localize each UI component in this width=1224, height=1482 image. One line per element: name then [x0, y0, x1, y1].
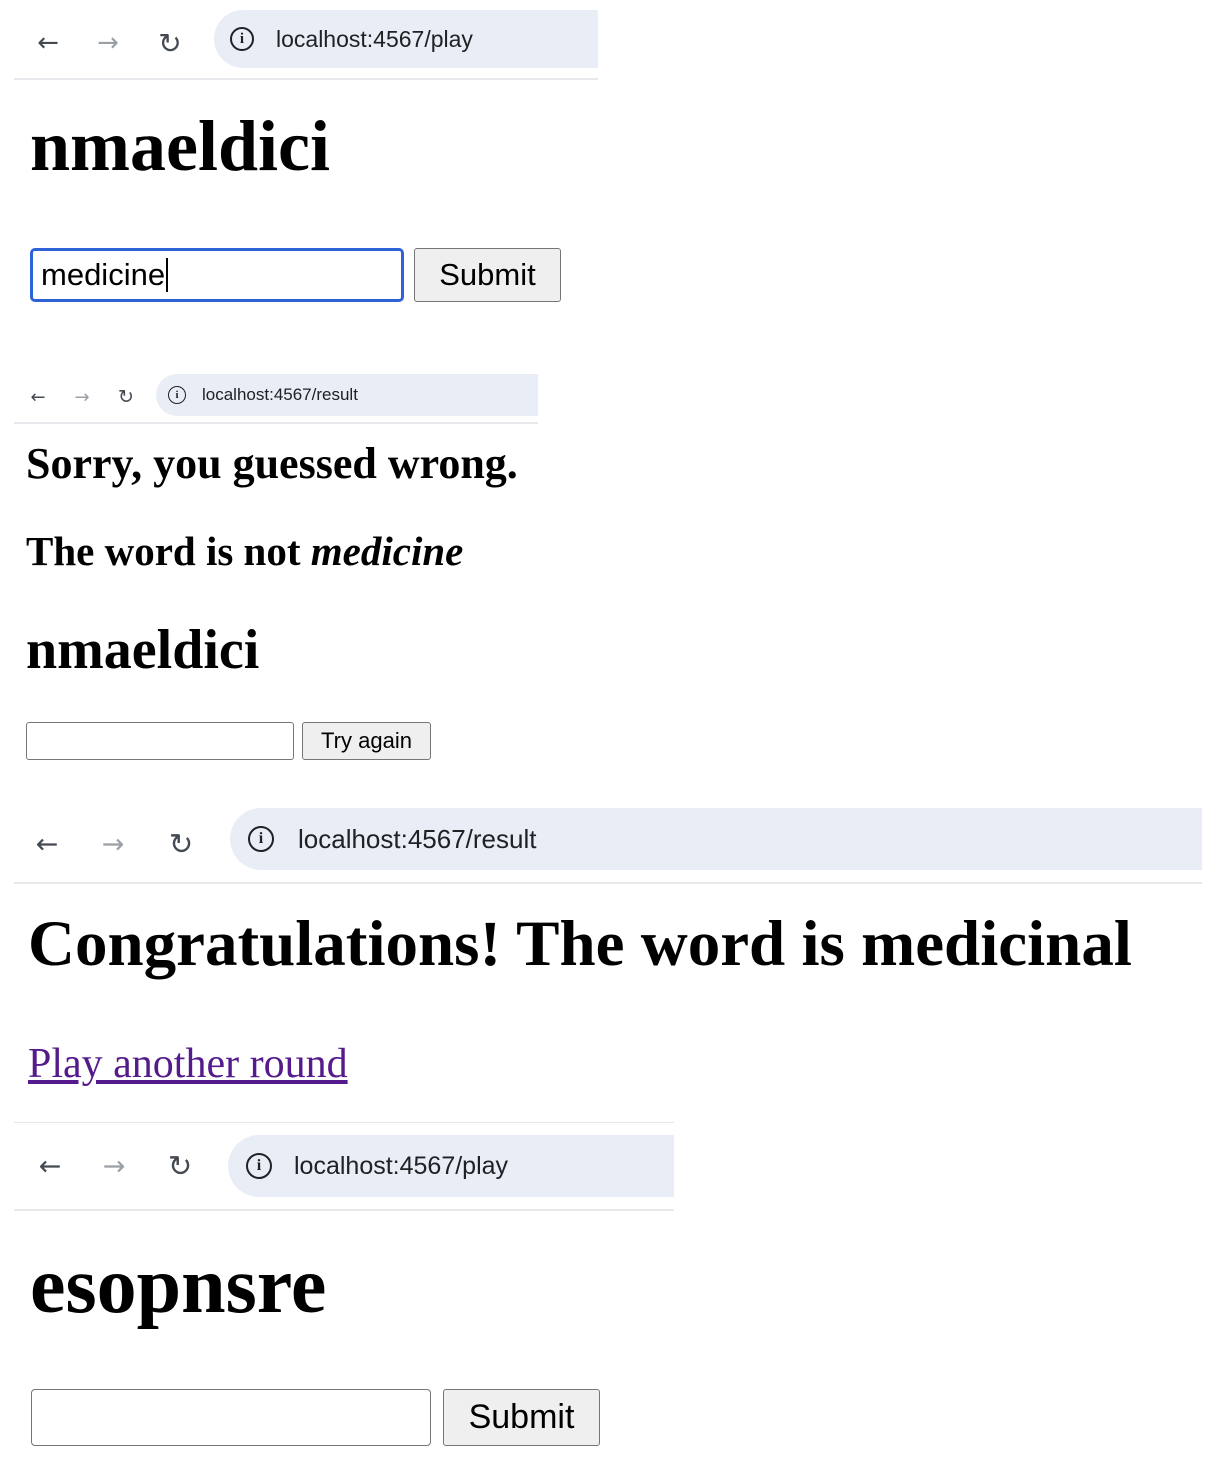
reload-icon[interactable]: ↻ — [162, 806, 200, 882]
submit-button[interactable]: Submit — [414, 248, 561, 302]
site-info-icon[interactable]: i — [168, 386, 186, 404]
browser-toolbar-1: ← → ↻ i localhost:4567/play — [14, 8, 598, 80]
browser-toolbar-2: ← → ↻ i localhost:4567/result — [14, 372, 538, 424]
result-message-heading: Sorry, you guessed wrong. — [26, 439, 518, 488]
forward-arrow-icon[interactable]: → — [70, 372, 94, 422]
scrambled-word-heading: nmaeldici — [30, 106, 330, 186]
address-text: localhost:4567/result — [298, 823, 537, 854]
scrambled-word-heading: nmaeldici — [26, 619, 260, 681]
scrambled-word-heading: esopnsre — [30, 1242, 327, 1330]
back-arrow-icon[interactable]: ← — [32, 1123, 68, 1209]
guess-input[interactable]: medicine — [30, 248, 404, 302]
wrong-guess-word: medicine — [310, 528, 464, 574]
browser-toolbar-3: ← → ↻ i localhost:4567/result — [14, 806, 1202, 884]
success-message-heading: Congratulations! The word is medicinal — [28, 908, 1132, 980]
reload-icon[interactable]: ↻ — [162, 1123, 198, 1209]
address-text: localhost:4567/play — [276, 25, 473, 52]
address-bar[interactable]: i localhost:4567/result — [156, 374, 538, 416]
address-text: localhost:4567/result — [202, 385, 358, 404]
address-bar[interactable]: i localhost:4567/play — [214, 10, 598, 68]
address-text: localhost:4567/play — [294, 1151, 509, 1180]
play-another-round-link[interactable]: Play another round — [28, 1038, 348, 1090]
guess-input[interactable] — [31, 1389, 431, 1446]
site-info-icon[interactable]: i — [246, 1153, 272, 1179]
site-info-icon[interactable]: i — [248, 826, 274, 852]
back-arrow-icon[interactable]: ← — [26, 372, 50, 422]
guess-input[interactable] — [26, 722, 294, 760]
forward-arrow-icon[interactable]: → — [94, 806, 132, 882]
back-arrow-icon[interactable]: ← — [30, 8, 66, 78]
address-bar[interactable]: i localhost:4567/play — [228, 1135, 674, 1197]
guess-input-value: medicine — [41, 257, 166, 292]
forward-arrow-icon[interactable]: → — [90, 8, 126, 78]
reload-icon[interactable]: ↻ — [152, 8, 188, 78]
forward-arrow-icon[interactable]: → — [96, 1123, 132, 1209]
text-caret — [166, 258, 169, 292]
browser-toolbar-4: ← → ↻ i localhost:4567/play — [14, 1122, 674, 1211]
submit-button[interactable]: Submit — [443, 1389, 600, 1446]
try-again-button[interactable]: Try again — [302, 722, 431, 760]
wrong-guess-prefix: The word is not — [26, 528, 311, 574]
reload-icon[interactable]: ↻ — [114, 372, 138, 422]
wrong-guess-heading: The word is not medicine — [26, 526, 463, 576]
site-info-icon[interactable]: i — [230, 27, 254, 51]
back-arrow-icon[interactable]: ← — [28, 806, 66, 882]
address-bar[interactable]: i localhost:4567/result — [230, 808, 1202, 870]
